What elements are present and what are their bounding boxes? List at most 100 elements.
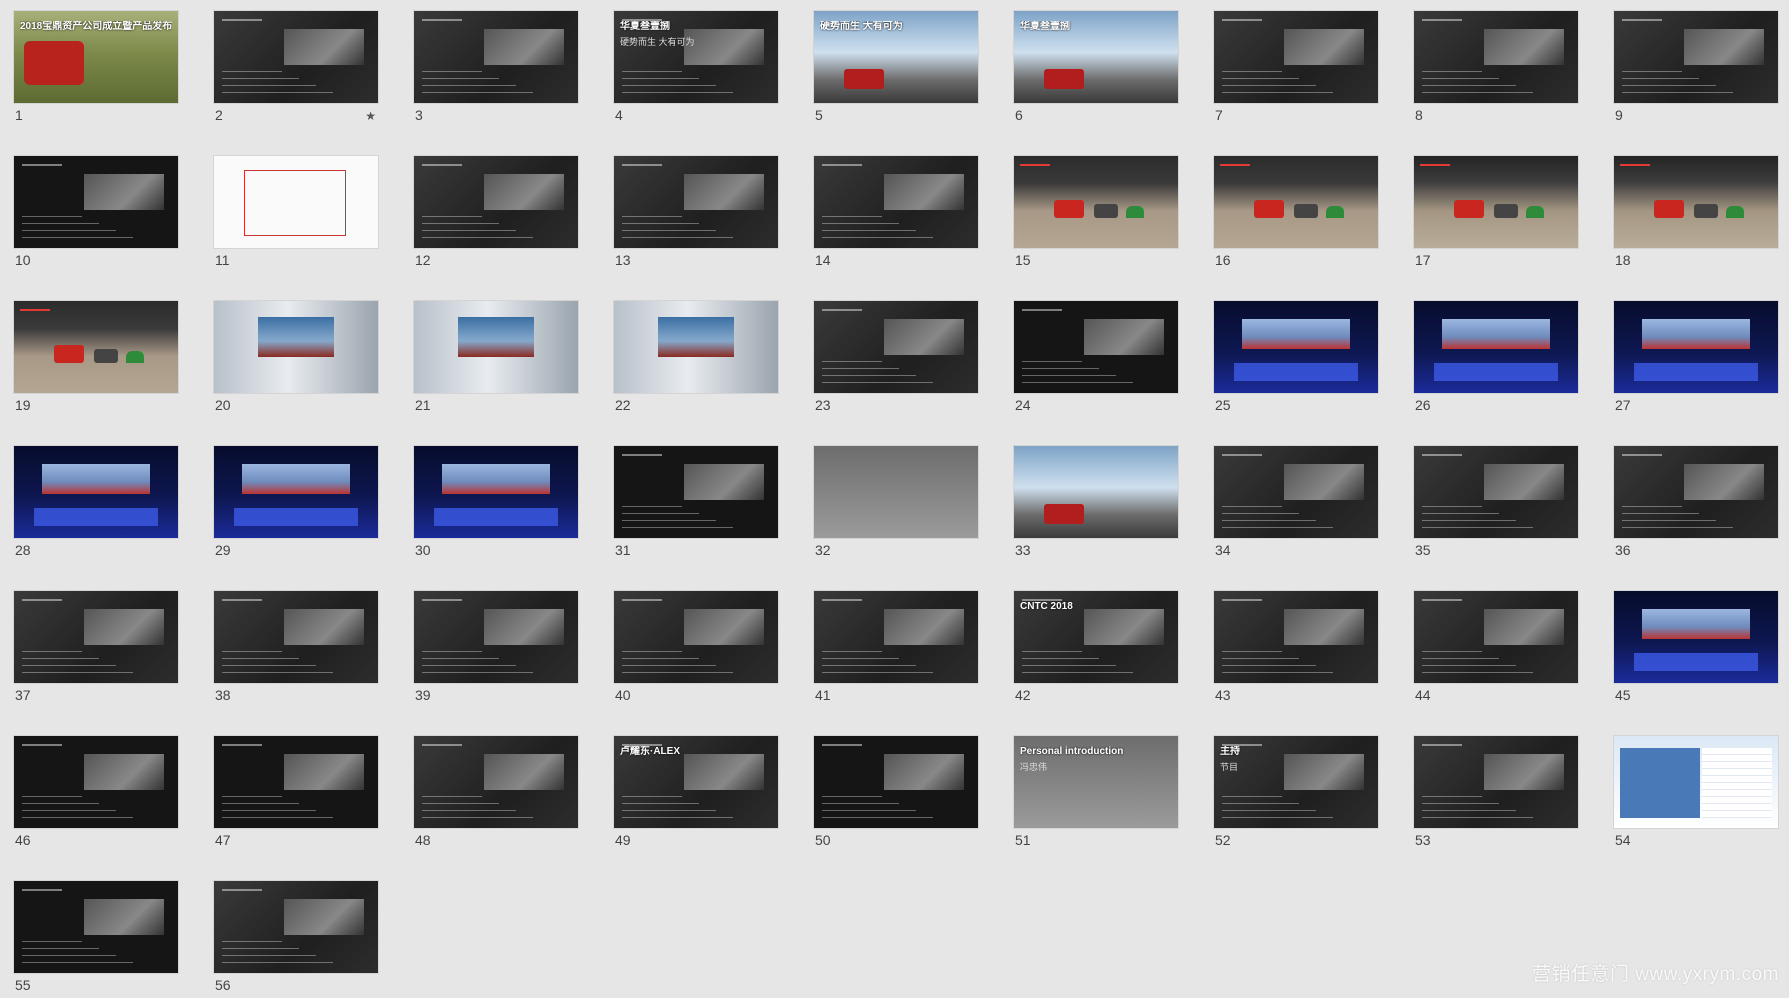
slide-preview-image[interactable]	[1414, 591, 1578, 683]
slide-preview-image[interactable]	[1214, 591, 1378, 683]
slide-preview-image[interactable]	[1414, 11, 1578, 103]
slide-preview-image[interactable]	[214, 11, 378, 103]
transition-star-icon[interactable]: ★	[365, 109, 376, 123]
slide-preview-image[interactable]	[1614, 156, 1778, 248]
slide-thumbnail-41[interactable]: 41	[814, 591, 978, 711]
slide-thumbnail-54[interactable]: 54	[1614, 736, 1778, 856]
slide-preview-image[interactable]	[814, 736, 978, 828]
slide-preview-image[interactable]	[214, 881, 378, 973]
slide-thumbnail-1[interactable]: 2018宝鼎资产公司成立暨产品发布会 1	[14, 11, 178, 131]
slide-preview-image[interactable]	[614, 591, 778, 683]
slide-preview-image[interactable]	[1214, 156, 1378, 248]
slide-preview-image[interactable]	[214, 301, 378, 393]
slide-preview-image[interactable]	[414, 156, 578, 248]
slide-thumbnail-3[interactable]: 3	[414, 11, 578, 131]
slide-thumbnail-36[interactable]: 36	[1614, 446, 1778, 566]
slide-thumbnail-26[interactable]: 26	[1414, 301, 1578, 421]
slide-preview-image[interactable]	[614, 301, 778, 393]
slide-preview-image[interactable]	[814, 446, 978, 538]
slide-thumbnail-45[interactable]: 45	[1614, 591, 1778, 711]
slide-thumbnail-29[interactable]: 29	[214, 446, 378, 566]
slide-preview-image[interactable]	[1414, 736, 1578, 828]
slide-thumbnail-31[interactable]: 31	[614, 446, 778, 566]
slide-thumbnail-35[interactable]: 35	[1414, 446, 1578, 566]
slide-preview-image[interactable]: 主持 节目	[1214, 736, 1378, 828]
slide-thumbnail-7[interactable]: 7	[1214, 11, 1378, 131]
slide-preview-image[interactable]	[1014, 156, 1178, 248]
slide-preview-image[interactable]: 华夏叁壹捌	[1014, 11, 1178, 103]
slide-preview-image[interactable]	[14, 301, 178, 393]
slide-preview-image[interactable]	[814, 301, 978, 393]
slide-thumbnail-52[interactable]: 主持 节目 52	[1214, 736, 1378, 856]
slide-preview-image[interactable]: CNTC 2018	[1014, 591, 1178, 683]
slide-thumbnail-2[interactable]: 2 ★	[214, 11, 378, 131]
slide-preview-image[interactable]	[1614, 591, 1778, 683]
slide-preview-image[interactable]	[214, 446, 378, 538]
slide-preview-image[interactable]	[1614, 301, 1778, 393]
slide-preview-image[interactable]: 硬势而生 大有可为	[814, 11, 978, 103]
slide-thumbnail-56[interactable]: 56	[214, 881, 378, 998]
slide-preview-image[interactable]	[414, 446, 578, 538]
slide-preview-image[interactable]	[14, 156, 178, 248]
slide-thumbnail-33[interactable]: 33	[1014, 446, 1178, 566]
slide-preview-image[interactable]	[814, 156, 978, 248]
slide-thumbnail-15[interactable]: 15	[1014, 156, 1178, 276]
slide-preview-image[interactable]	[1614, 736, 1778, 828]
slide-thumbnail-30[interactable]: 30	[414, 446, 578, 566]
slide-thumbnail-39[interactable]: 39	[414, 591, 578, 711]
slide-thumbnail-40[interactable]: 40	[614, 591, 778, 711]
slide-thumbnail-47[interactable]: 47	[214, 736, 378, 856]
slide-thumbnail-27[interactable]: 27	[1614, 301, 1778, 421]
slide-thumbnail-8[interactable]: 8	[1414, 11, 1578, 131]
slide-thumbnail-4[interactable]: 华夏叁壹捌 硬势而生 大有可为 4	[614, 11, 778, 131]
slide-thumbnail-19[interactable]: 19	[14, 301, 178, 421]
slide-preview-image[interactable]	[1214, 446, 1378, 538]
slide-thumbnail-48[interactable]: 48	[414, 736, 578, 856]
slide-preview-image[interactable]	[1614, 446, 1778, 538]
slide-preview-image[interactable]	[14, 881, 178, 973]
slide-thumbnail-32[interactable]: 32	[814, 446, 978, 566]
slide-preview-image[interactable]	[614, 156, 778, 248]
slide-preview-image[interactable]	[1414, 156, 1578, 248]
slide-preview-image[interactable]	[1214, 11, 1378, 103]
slide-preview-image[interactable]	[1414, 446, 1578, 538]
slide-thumbnail-42[interactable]: CNTC 2018 42	[1014, 591, 1178, 711]
slide-thumbnail-46[interactable]: 46	[14, 736, 178, 856]
slide-preview-image[interactable]	[1614, 11, 1778, 103]
slide-thumbnail-28[interactable]: 28	[14, 446, 178, 566]
slide-thumbnail-16[interactable]: 16	[1214, 156, 1378, 276]
slide-preview-image[interactable]	[414, 736, 578, 828]
slide-thumbnail-55[interactable]: 55	[14, 881, 178, 998]
slide-thumbnail-43[interactable]: 43	[1214, 591, 1378, 711]
slide-thumbnail-23[interactable]: 23	[814, 301, 978, 421]
slide-thumbnail-53[interactable]: 53	[1414, 736, 1578, 856]
slide-thumbnail-37[interactable]: 37	[14, 591, 178, 711]
slide-preview-image[interactable]	[1214, 301, 1378, 393]
slide-thumbnail-51[interactable]: Personal introduction 冯忠伟 51	[1014, 736, 1178, 856]
slide-preview-image[interactable]	[214, 736, 378, 828]
slide-preview-image[interactable]	[414, 301, 578, 393]
slide-preview-image[interactable]	[814, 591, 978, 683]
slide-preview-image[interactable]	[1014, 301, 1178, 393]
slide-preview-image[interactable]	[1414, 301, 1578, 393]
slide-thumbnail-14[interactable]: 14	[814, 156, 978, 276]
slide-thumbnail-25[interactable]: 25	[1214, 301, 1378, 421]
slide-thumbnail-24[interactable]: 24	[1014, 301, 1178, 421]
slide-thumbnail-21[interactable]: 21	[414, 301, 578, 421]
slide-preview-image[interactable]	[414, 11, 578, 103]
slide-thumbnail-13[interactable]: 13	[614, 156, 778, 276]
slide-thumbnail-49[interactable]: 卢耀东·ALEX 49	[614, 736, 778, 856]
slide-thumbnail-11[interactable]: 11	[214, 156, 378, 276]
slide-thumbnail-18[interactable]: 18	[1614, 156, 1778, 276]
slide-thumbnail-20[interactable]: 20	[214, 301, 378, 421]
slide-preview-image[interactable]	[614, 446, 778, 538]
slide-preview-image[interactable]	[414, 591, 578, 683]
slide-preview-image[interactable]: 2018宝鼎资产公司成立暨产品发布会	[14, 11, 178, 103]
slide-thumbnail-9[interactable]: 9	[1614, 11, 1778, 131]
slide-preview-image[interactable]	[1014, 446, 1178, 538]
slide-preview-image[interactable]	[14, 736, 178, 828]
slide-thumbnail-17[interactable]: 17	[1414, 156, 1578, 276]
slide-thumbnail-5[interactable]: 硬势而生 大有可为 5	[814, 11, 978, 131]
slide-preview-image[interactable]	[214, 156, 378, 248]
slide-thumbnail-44[interactable]: 44	[1414, 591, 1578, 711]
